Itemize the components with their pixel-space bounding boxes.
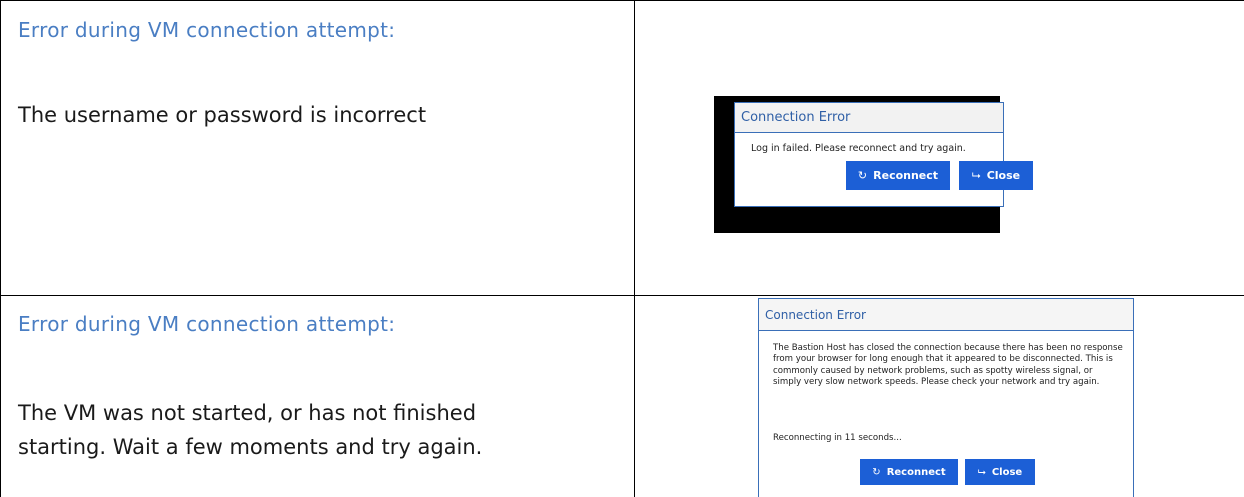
dialog1-message: Log in failed. Please reconnect and try … — [751, 143, 966, 154]
row1-heading: Error during VM connection attempt: — [18, 18, 396, 42]
table-border-middle — [0, 295, 1244, 296]
dialog2-close-button[interactable]: ⮡ Close — [965, 459, 1035, 485]
document-page: Error during VM connection attempt: The … — [0, 0, 1244, 497]
dialog2-reconnect-label: Reconnect — [886, 466, 946, 478]
table-border-left — [0, 0, 1, 497]
dialog2-countdown: Reconnecting in 11 seconds... — [773, 433, 902, 443]
row1-description: The username or password is incorrect — [18, 103, 427, 127]
refresh-icon: ↻ — [857, 169, 868, 182]
dialog2-connection-error: Connection Error The Bastion Host has cl… — [758, 298, 1134, 497]
dialog1-reconnect-label: Reconnect — [873, 169, 939, 182]
refresh-icon: ↻ — [872, 466, 881, 478]
dialog1-reconnect-button[interactable]: ↻ Reconnect — [846, 161, 950, 190]
dialog1-close-button[interactable]: ⮡ Close — [959, 161, 1033, 190]
exit-door-icon: ⮡ — [977, 466, 986, 478]
dialog1-connection-error: Connection Error Log in failed. Please r… — [734, 102, 1033, 207]
dialog2-message: The Bastion Host has closed the connecti… — [773, 343, 1123, 388]
row2-description: The VM was not started, or has not finis… — [18, 401, 483, 459]
exit-door-icon: ⮡ — [971, 168, 981, 182]
dialog2-title: Connection Error — [759, 299, 1133, 331]
dialog1-close-label: Close — [986, 169, 1021, 182]
dialog2-reconnect-button[interactable]: ↻ Reconnect — [860, 459, 958, 485]
dialog1-title: Connection Error — [735, 103, 1003, 133]
table-column-divider — [634, 0, 635, 497]
dialog2-close-label: Close — [991, 466, 1023, 478]
table-border-top — [0, 0, 1244, 1]
row2-heading: Error during VM connection attempt: — [18, 312, 396, 336]
